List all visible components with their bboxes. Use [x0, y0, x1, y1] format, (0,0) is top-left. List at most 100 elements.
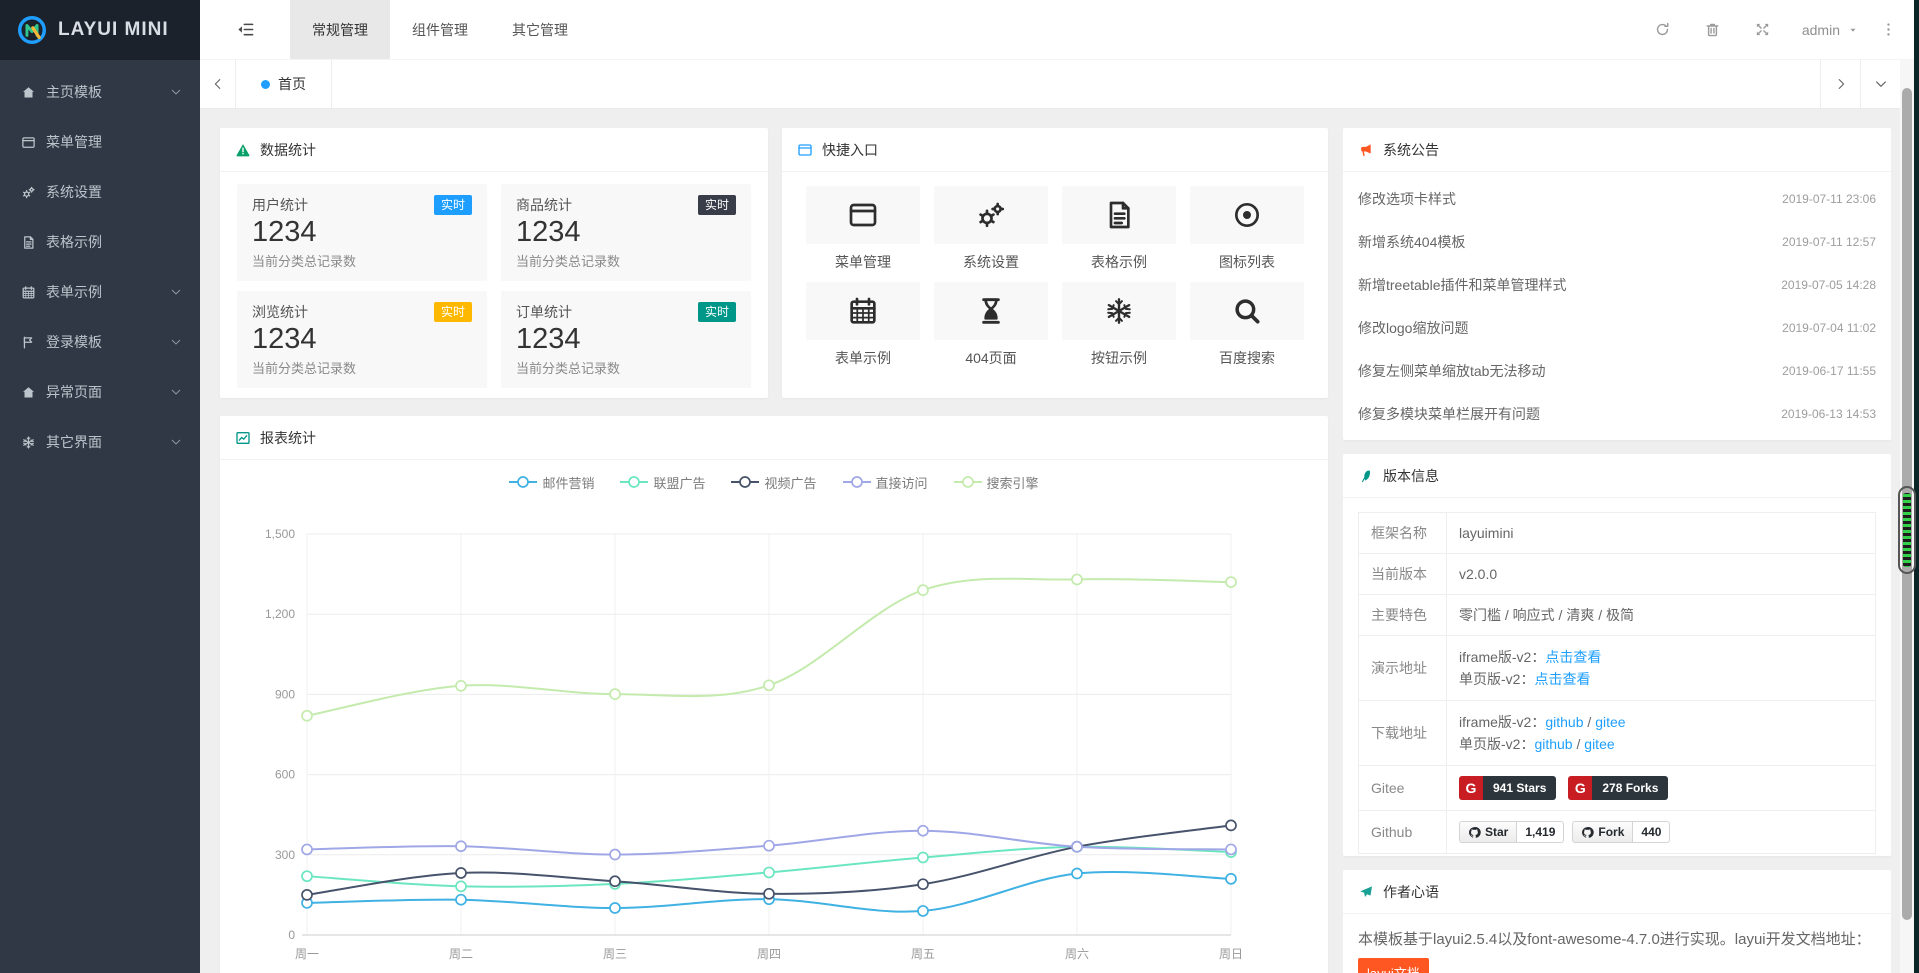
sidebar-item-label: 表格示例 [46, 232, 182, 252]
stat-value: 1234 [252, 323, 472, 356]
quick-label: 菜单管理 [806, 252, 920, 272]
card-title: 快捷入口 [822, 140, 878, 160]
svg-text:周二: 周二 [449, 947, 473, 961]
report-statistics-card: 报表统计 邮件营销联盟广告视频广告直接访问搜索引擎 03006009001,20… [220, 416, 1328, 973]
dot-circle-icon [1231, 199, 1263, 231]
stat-value: 1234 [516, 216, 736, 249]
quick-form-examples[interactable]: 表单示例 [806, 282, 920, 374]
notice-date: 2019-07-11 12:57 [1782, 235, 1876, 249]
tab-component-management[interactable]: 组件管理 [390, 0, 490, 59]
download-github-link[interactable]: github [1545, 714, 1583, 730]
legend-item[interactable]: 搜索引擎 [954, 473, 1039, 492]
sidebar-item-error-pages[interactable]: 异常页面 [0, 367, 200, 417]
gitee-icon: G [1568, 776, 1592, 800]
collapse-sidebar-button[interactable] [200, 0, 290, 59]
app-logo[interactable]: LAYUI MINI [0, 0, 200, 60]
quick-button-examples[interactable]: 按钮示例 [1062, 282, 1176, 374]
download-gitee-link[interactable]: gitee [1584, 736, 1614, 752]
quick-menu-management[interactable]: 菜单管理 [806, 186, 920, 278]
chevron-right-icon [1834, 77, 1848, 91]
tab-general-management[interactable]: 常规管理 [290, 0, 390, 59]
legend-item[interactable]: 邮件营销 [509, 473, 594, 492]
main-content: 数据统计 用户统计实时 1234 当前分类总记录数 商品统计实时 1234 当前… [200, 109, 1900, 973]
gitee-stars-badge[interactable]: G941 Stars [1459, 776, 1556, 800]
stats-grid: 用户统计实时 1234 当前分类总记录数 商品统计实时 1234 当前分类总记录… [220, 172, 768, 400]
legend-item[interactable]: 直接访问 [843, 473, 928, 492]
quick-baidu-search[interactable]: 百度搜索 [1190, 282, 1304, 374]
chart-area: 03006009001,2001,500周一周二周三周四周五周六周日 [220, 500, 1328, 973]
gitee-forks-count: 278 Forks [1592, 776, 1668, 800]
sidebar-item-menu-management[interactable]: 菜单管理 [0, 117, 200, 167]
demo-spa-link[interactable]: 点击查看 [1534, 671, 1590, 687]
sidebar-item-label: 主页模板 [46, 82, 170, 102]
current-version: v2.0.0 [1447, 554, 1876, 595]
sidebar-item-login-templates[interactable]: 登录模板 [0, 317, 200, 367]
quick-system-settings[interactable]: 系统设置 [934, 186, 1048, 278]
link-separator: / [1573, 736, 1585, 752]
screen-edge-strip [1914, 0, 1919, 973]
list-item[interactable]: 新增treetable插件和菜单管理样式 2019-07-05 14:28 [1358, 263, 1876, 306]
quick-entry-card: 快捷入口 菜单管理 系统设置 表格示例 [782, 128, 1328, 398]
chart-legend: 邮件营销 联盟广告 视频广告 直接访问 搜索引擎 [220, 464, 1328, 500]
layui-doc-badge[interactable]: layui文档 [1358, 958, 1429, 973]
list-item[interactable]: 修复多模块菜单栏展开有问题 2019-06-13 14:53 [1358, 392, 1876, 435]
fullscreen-button[interactable] [1738, 0, 1788, 60]
snowflake-icon [1103, 295, 1135, 327]
clear-cache-button[interactable] [1688, 0, 1738, 60]
card-title: 版本信息 [1383, 466, 1439, 486]
stat-products: 商品统计实时 1234 当前分类总记录数 [501, 184, 751, 281]
list-item[interactable]: 新增系统404模板 2019-07-11 12:57 [1358, 220, 1876, 263]
row-label: Github [1359, 811, 1447, 854]
sidebar-item-label: 菜单管理 [46, 132, 182, 152]
module-tabs: 常规管理 组件管理 其它管理 [290, 0, 590, 59]
sidebar-item-home-templates[interactable]: 主页模板 [0, 67, 200, 117]
download-github-link[interactable]: github [1534, 736, 1572, 752]
legend-item[interactable]: 联盟广告 [620, 473, 705, 492]
svg-text:周一: 周一 [295, 947, 319, 961]
sidebar-item-table-examples[interactable]: 表格示例 [0, 217, 200, 267]
flag-icon [20, 335, 36, 350]
quick-404-page[interactable]: 404页面 [934, 282, 1048, 374]
tabs-operations-button[interactable] [1860, 60, 1900, 108]
download-gitee-link[interactable]: gitee [1595, 714, 1625, 730]
list-item[interactable]: 修改logo缩放问题 2019-07-04 11:02 [1358, 306, 1876, 349]
notice-date: 2019-07-04 11:02 [1782, 321, 1876, 335]
tab-home[interactable]: 首页 [236, 60, 332, 108]
svg-text:周五: 周五 [911, 947, 935, 961]
notice-title: 新增treetable插件和菜单管理样式 [1358, 275, 1566, 295]
stat-value: 1234 [252, 216, 472, 249]
svg-text:周日: 周日 [1219, 947, 1243, 961]
home-icon [20, 385, 36, 400]
quick-table-examples[interactable]: 表格示例 [1062, 186, 1176, 278]
tab-other-management[interactable]: 其它管理 [490, 0, 590, 59]
data-statistics-header: 数据统计 [220, 128, 768, 172]
quick-label: 图标列表 [1190, 252, 1304, 272]
status-badge: 实时 [434, 302, 472, 322]
list-item[interactable]: 修复左侧菜单缩放tab无法移动 2019-06-17 11:55 [1358, 349, 1876, 392]
scroll-indicator [1898, 486, 1916, 574]
tabs-scroll-right-button[interactable] [1820, 60, 1860, 108]
gitee-badges: G941 Stars G278 Forks [1459, 776, 1863, 800]
more-menu-button[interactable] [1873, 0, 1903, 60]
legend-item[interactable]: 视频广告 [731, 473, 816, 492]
sidebar-item-system-settings[interactable]: 系统设置 [0, 167, 200, 217]
demo-line-prefix: iframe版-v2： [1459, 649, 1545, 665]
gitee-forks-badge[interactable]: G278 Forks [1568, 776, 1668, 800]
quick-label: 系统设置 [934, 252, 1048, 272]
notice-title: 修改logo缩放问题 [1358, 318, 1468, 338]
quick-icon-list[interactable]: 图标列表 [1190, 186, 1304, 278]
sidebar-item-form-examples[interactable]: 表单示例 [0, 267, 200, 317]
user-menu[interactable]: admin [1788, 22, 1873, 38]
author-message-header: 作者心语 [1343, 870, 1891, 914]
chevron-down-icon [170, 436, 182, 448]
notice-date: 2019-07-11 23:06 [1782, 192, 1876, 206]
github-star-button[interactable]: Star 1,419 [1459, 821, 1564, 843]
list-item[interactable]: 修改选项卡样式 2019-07-11 23:06 [1358, 177, 1876, 220]
quick-entry-grid: 菜单管理 系统设置 表格示例 图标列表 [782, 172, 1328, 374]
demo-iframe-link[interactable]: 点击查看 [1545, 649, 1601, 665]
github-fork-button[interactable]: Fork 440 [1572, 821, 1670, 843]
notice-title: 修改选项卡样式 [1358, 189, 1456, 209]
sidebar-item-other-pages[interactable]: 其它界面 [0, 417, 200, 467]
refresh-button[interactable] [1638, 0, 1688, 60]
tabs-scroll-left-button[interactable] [200, 60, 236, 108]
